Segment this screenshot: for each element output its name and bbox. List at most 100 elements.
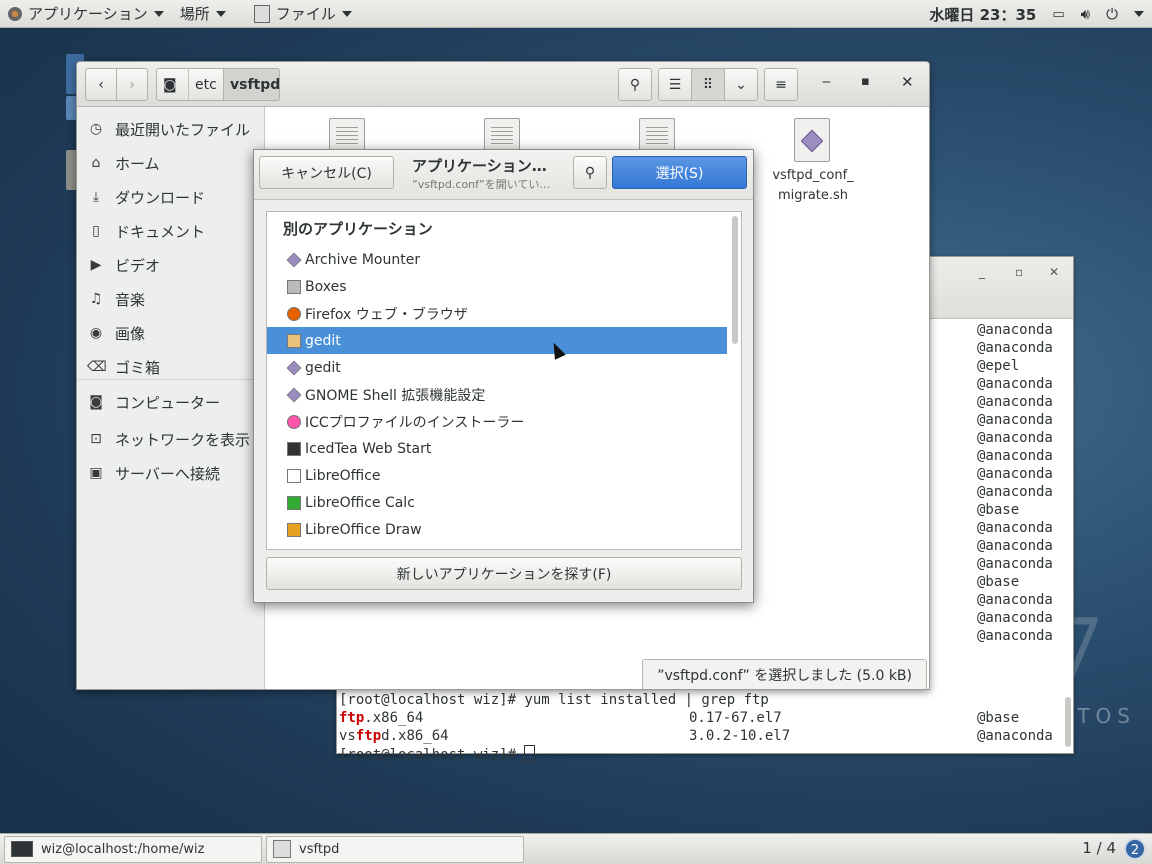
app-name: LibreOffice bbox=[305, 467, 381, 484]
find-new-app-button[interactable]: 新しいアプリケーションを探す(F) bbox=[266, 557, 742, 590]
chevron-down-icon bbox=[153, 10, 164, 17]
sidebar-item-label: 画像 bbox=[115, 324, 146, 343]
root-drive-icon[interactable]: ◙ bbox=[157, 69, 189, 100]
file-cabinet-icon bbox=[273, 840, 291, 858]
sidebar-item[interactable]: ▣ サーバーへ接続 bbox=[87, 456, 220, 490]
workspace-indicator[interactable]: 1 / 4 bbox=[1082, 839, 1116, 857]
minimize-icon[interactable]: ‒ bbox=[822, 74, 831, 90]
volume-icon[interactable]: 🔊︎ bbox=[1081, 5, 1090, 23]
minimize-icon[interactable]: _ bbox=[979, 265, 985, 279]
breadcrumb-etc[interactable]: etc bbox=[188, 69, 223, 100]
camera-icon: ◉ bbox=[89, 325, 103, 341]
bottom-bar: wiz@localhost:/home/wiz vsftpd 1 / 4 2 bbox=[0, 833, 1152, 864]
app-name: gedit bbox=[305, 332, 341, 349]
terminal-command-line: [root@localhost wiz]# yum list installed… bbox=[339, 692, 769, 708]
breadcrumb: ◙ etc vsftpd bbox=[156, 68, 280, 101]
notification-badge[interactable]: 2 bbox=[1124, 838, 1146, 860]
input-method-icon[interactable]: ▭ bbox=[1052, 7, 1064, 22]
terminal-repo-text: @anaconda bbox=[977, 394, 1053, 410]
sidebar-item[interactable]: ⤓ ダウンロード bbox=[87, 180, 205, 214]
file-manager-header: ‹ › ◙ etc vsftpd ⚲ ☰ ⠿ ⌄ ≡ ‒ ▪ ✕ bbox=[77, 62, 929, 107]
close-icon[interactable]: ✕ bbox=[901, 73, 914, 91]
files-app-label: ファイル bbox=[275, 5, 336, 23]
grid-view-button[interactable]: ⠿ bbox=[691, 68, 725, 101]
search-button[interactable]: ⚲ bbox=[618, 68, 652, 101]
app-list-item[interactable]: LibreOffice Draw bbox=[267, 516, 727, 543]
back-button[interactable]: ‹ bbox=[85, 68, 117, 101]
view-options-button[interactable]: ⌄ bbox=[724, 68, 758, 101]
app-list-item[interactable]: ICCプロファイルのインストーラー bbox=[267, 408, 727, 435]
calc-icon bbox=[287, 495, 301, 510]
terminal-repo-text: @anaconda bbox=[977, 340, 1053, 356]
sidebar-item[interactable]: ◷ 最近開いたファイル bbox=[87, 112, 250, 146]
terminal-repo-text: @anaconda bbox=[977, 376, 1053, 392]
app-list-item[interactable]: gedit bbox=[267, 354, 727, 381]
video-icon: ▶ bbox=[90, 257, 102, 273]
os-logo-text: TOS bbox=[1077, 704, 1136, 728]
download-icon: ⤓ bbox=[92, 189, 100, 205]
taskbar-terminal[interactable]: wiz@localhost:/home/wiz bbox=[4, 835, 262, 863]
app-list-item[interactable]: LibreOffice bbox=[267, 462, 727, 489]
sidebar-item[interactable]: ▯ ドキュメント bbox=[87, 214, 205, 248]
music-icon: ♫ bbox=[89, 291, 103, 307]
app-list-item[interactable]: IcedTea Web Start bbox=[267, 435, 727, 462]
chevron-left-icon: ‹ bbox=[98, 76, 104, 93]
maximize-icon[interactable]: ▪ bbox=[861, 74, 870, 89]
top-bar: アプリケーション 場所 ファイル 水曜日 23：35 ▭ 🔊︎ ⏻ bbox=[0, 0, 1152, 28]
forward-button[interactable]: › bbox=[116, 68, 148, 101]
terminal-repo-text: @anaconda bbox=[977, 484, 1053, 500]
sidebar-item[interactable]: ◙ コンピューター bbox=[87, 385, 220, 419]
clock-icon: ◷ bbox=[89, 121, 103, 137]
app-list-item[interactable]: LibreOffice Calc bbox=[267, 489, 727, 516]
applications-menu[interactable]: アプリケーション bbox=[0, 0, 172, 28]
terminal-repo-text: @anaconda bbox=[977, 466, 1053, 482]
menu-button[interactable]: ≡ bbox=[764, 68, 798, 101]
script-file-icon[interactable] bbox=[794, 118, 830, 162]
sidebar-item[interactable]: ⊡ ネットワークを表示 bbox=[87, 422, 250, 456]
chevron-down-icon[interactable] bbox=[1134, 11, 1144, 17]
app-list-header: 別のアプリケーション bbox=[283, 220, 433, 238]
app-list-item[interactable]: Boxes bbox=[267, 273, 727, 300]
hamburger-icon: ≡ bbox=[775, 76, 787, 93]
files-app-menu[interactable]: ファイル bbox=[246, 0, 360, 28]
select-button[interactable]: 選択(S) bbox=[612, 156, 747, 189]
close-icon[interactable]: ✕ bbox=[1049, 265, 1059, 279]
sidebar-item[interactable]: ⌂ ホーム bbox=[87, 146, 160, 180]
places-sidebar: ◷ 最近開いたファイル ⌂ ホーム ⤓ ダウンロード ▯ ドキュメント ▶ ビデオ ♫ 音楽 ◉ 画像 ⌫ ゴ… bbox=[77, 107, 265, 689]
chevron-right-icon: › bbox=[129, 76, 135, 93]
app-name: Archive Mounter bbox=[305, 251, 421, 268]
places-menu[interactable]: 場所 bbox=[172, 0, 234, 28]
sidebar-divider bbox=[77, 379, 265, 380]
sidebar-item[interactable]: ◉ 画像 bbox=[87, 316, 145, 350]
app-list-scrollbar[interactable] bbox=[731, 214, 739, 548]
terminal-prompt[interactable]: [root@localhost wiz]# bbox=[339, 745, 1059, 763]
draw-icon bbox=[287, 522, 301, 537]
clock[interactable]: 水曜日 23：35 bbox=[929, 4, 1036, 25]
app-list-item[interactable]: gedit bbox=[267, 327, 727, 354]
app-list-item[interactable]: Firefox ウェブ・ブラウザ bbox=[267, 300, 727, 327]
sidebar-item[interactable]: ♫ 音楽 bbox=[87, 282, 145, 316]
sidebar-item[interactable]: ▶ ビデオ bbox=[87, 248, 160, 282]
sidebar-item-label: 音楽 bbox=[115, 290, 146, 309]
taskbar-files[interactable]: vsftpd bbox=[266, 835, 524, 863]
search-button[interactable]: ⚲ bbox=[573, 156, 607, 189]
places-menu-label: 場所 bbox=[179, 5, 210, 23]
sidebar-item-label: サーバーへ接続 bbox=[115, 464, 220, 483]
cancel-button[interactable]: キャンセル(C) bbox=[259, 156, 394, 189]
app-list-item[interactable]: Archive Mounter bbox=[267, 246, 727, 273]
terminal-repo-text: @anaconda bbox=[977, 538, 1053, 554]
power-icon[interactable]: ⏻ bbox=[1106, 5, 1118, 23]
terminal-scrollbar[interactable] bbox=[1065, 697, 1071, 747]
terminal-repo-text: @anaconda bbox=[977, 610, 1053, 626]
terminal-result-line: ftp.x86_64 0.17-67.el7 @base bbox=[339, 710, 1020, 726]
file-label[interactable]: vsftpd_conf_ migrate.sh bbox=[763, 166, 863, 206]
maximize-icon[interactable]: ▫ bbox=[1015, 265, 1023, 279]
trash-icon: ⌫ bbox=[87, 359, 107, 375]
breadcrumb-vsftpd[interactable]: vsftpd bbox=[223, 69, 279, 100]
list-view-button[interactable]: ☰ bbox=[658, 68, 692, 101]
app-list-item[interactable]: GNOME Shell 拡張機能設定 bbox=[267, 381, 727, 408]
terminal-repo-text: @anaconda bbox=[977, 556, 1053, 572]
app-name: Firefox ウェブ・ブラウザ bbox=[305, 306, 468, 323]
scrollbar-thumb[interactable] bbox=[732, 216, 738, 344]
terminal-icon bbox=[11, 841, 33, 857]
